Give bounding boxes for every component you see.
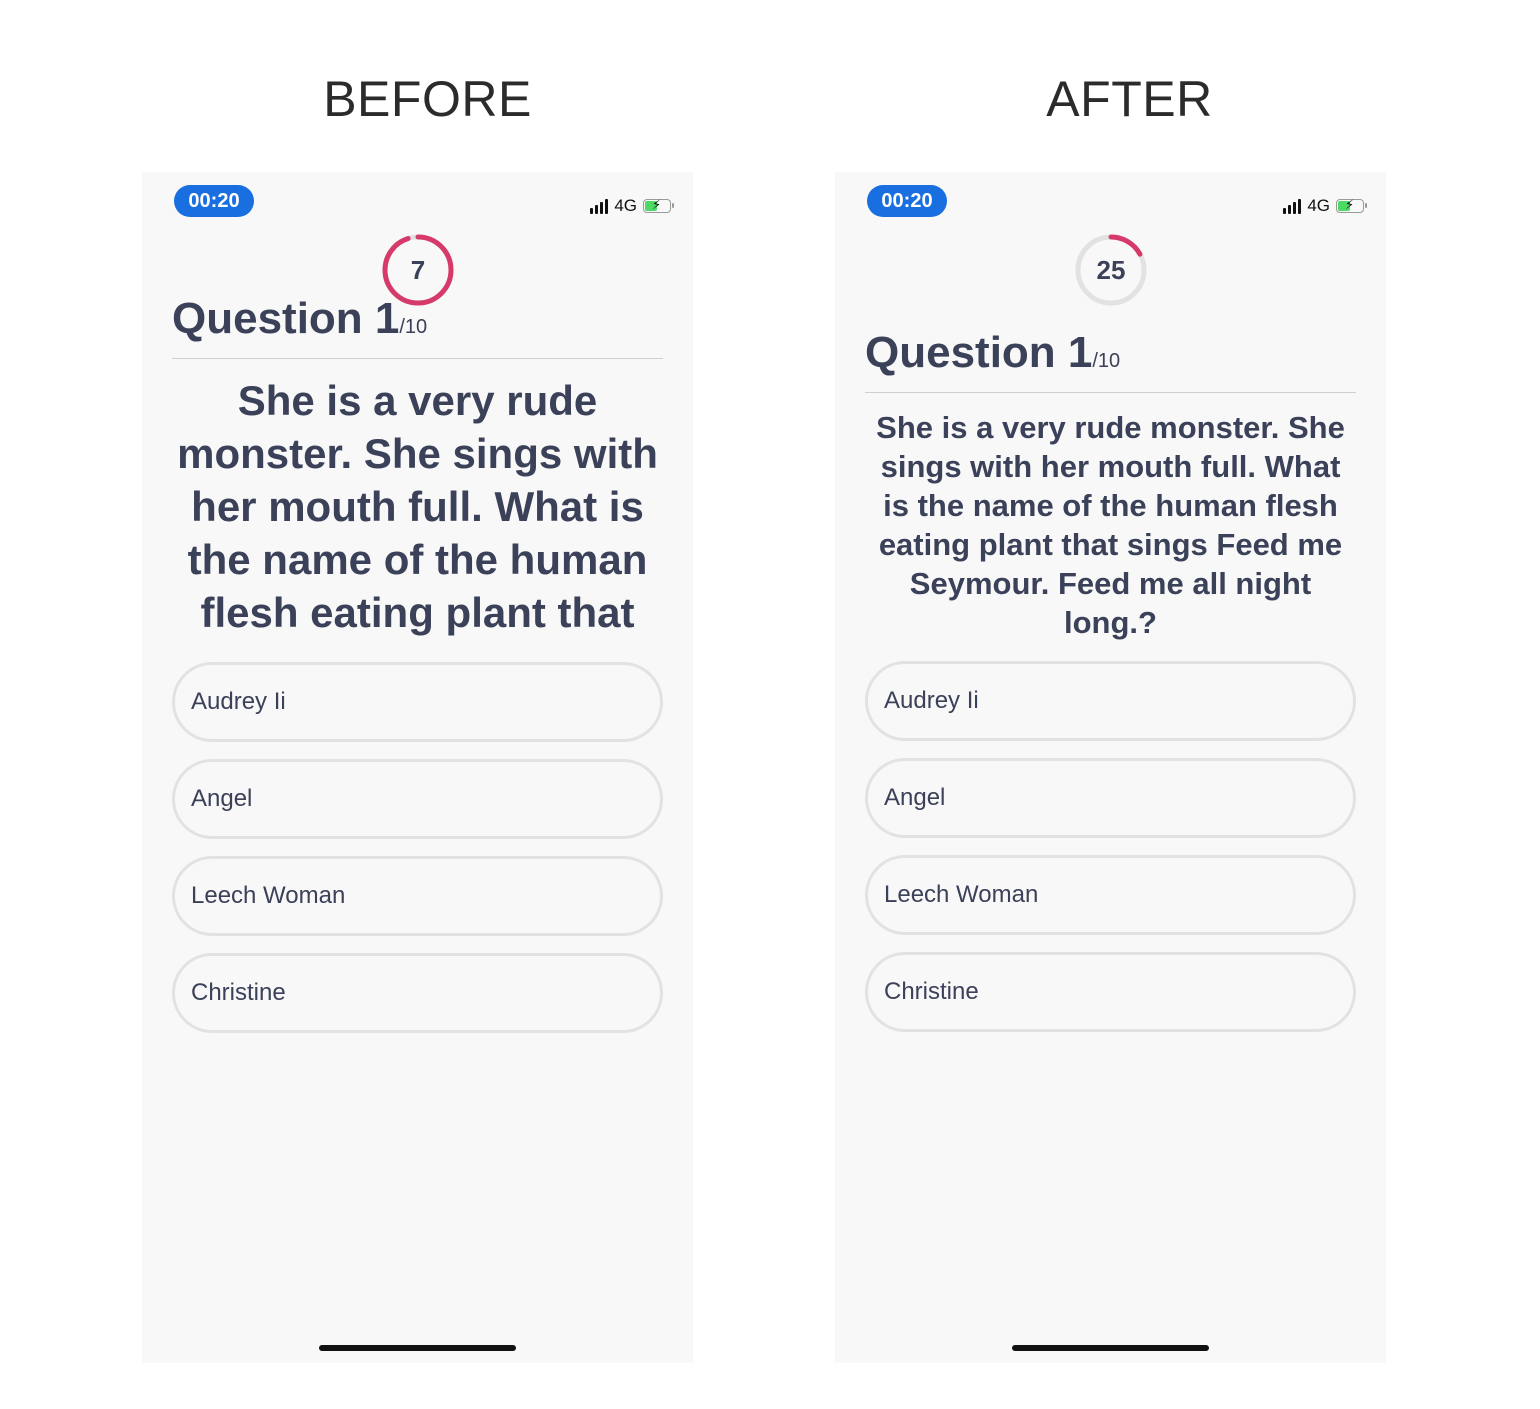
home-indicator[interactable] <box>319 1345 516 1351</box>
after-label: AFTER <box>1046 71 1213 127</box>
answer-option[interactable]: Christine <box>865 952 1356 1032</box>
battery-icon: ⚡ <box>643 198 674 213</box>
answer-option[interactable]: Audrey Ii <box>172 662 663 742</box>
signal-icon <box>1283 198 1302 214</box>
home-indicator[interactable] <box>1012 1345 1209 1351</box>
status-time: 00:20 <box>174 185 254 217</box>
network-type: 4G <box>614 196 637 215</box>
question-text: She is a very rude monster. She sings wi… <box>876 410 1345 640</box>
answer-option[interactable]: Angel <box>865 758 1356 838</box>
answer-option[interactable]: Audrey Ii <box>865 661 1356 741</box>
question-title: Question 1 <box>865 328 1093 377</box>
question-title: Question 1 <box>172 294 400 343</box>
question-header: Question 1/10 <box>865 328 1356 393</box>
status-indicators: 4G ⚡ <box>590 196 674 216</box>
before-phone-screen: 00:20 4G ⚡ 7 Question 1/10 She is a very… <box>142 172 693 1363</box>
answer-option[interactable]: Christine <box>172 953 663 1033</box>
timer-value: 25 <box>1096 255 1126 285</box>
before-label: BEFORE <box>323 71 532 127</box>
countdown-timer: 25 <box>1073 232 1149 308</box>
question-total: /10 <box>1092 350 1121 372</box>
question-total: /10 <box>399 316 428 338</box>
status-indicators: 4G ⚡ <box>1283 196 1367 216</box>
question-text: She is a very rude monster. She sings wi… <box>177 377 658 636</box>
answer-option[interactable]: Leech Woman <box>865 855 1356 935</box>
network-type: 4G <box>1307 196 1330 215</box>
answer-option[interactable]: Leech Woman <box>172 856 663 936</box>
after-phone-screen: 00:20 4G ⚡ 25 Question 1/10 She is a ver… <box>835 172 1386 1363</box>
battery-icon: ⚡ <box>1336 198 1367 213</box>
question-header: Question 1/10 <box>172 294 663 359</box>
answer-option[interactable]: Angel <box>172 759 663 839</box>
signal-icon <box>590 198 609 214</box>
status-time: 00:20 <box>867 185 947 217</box>
